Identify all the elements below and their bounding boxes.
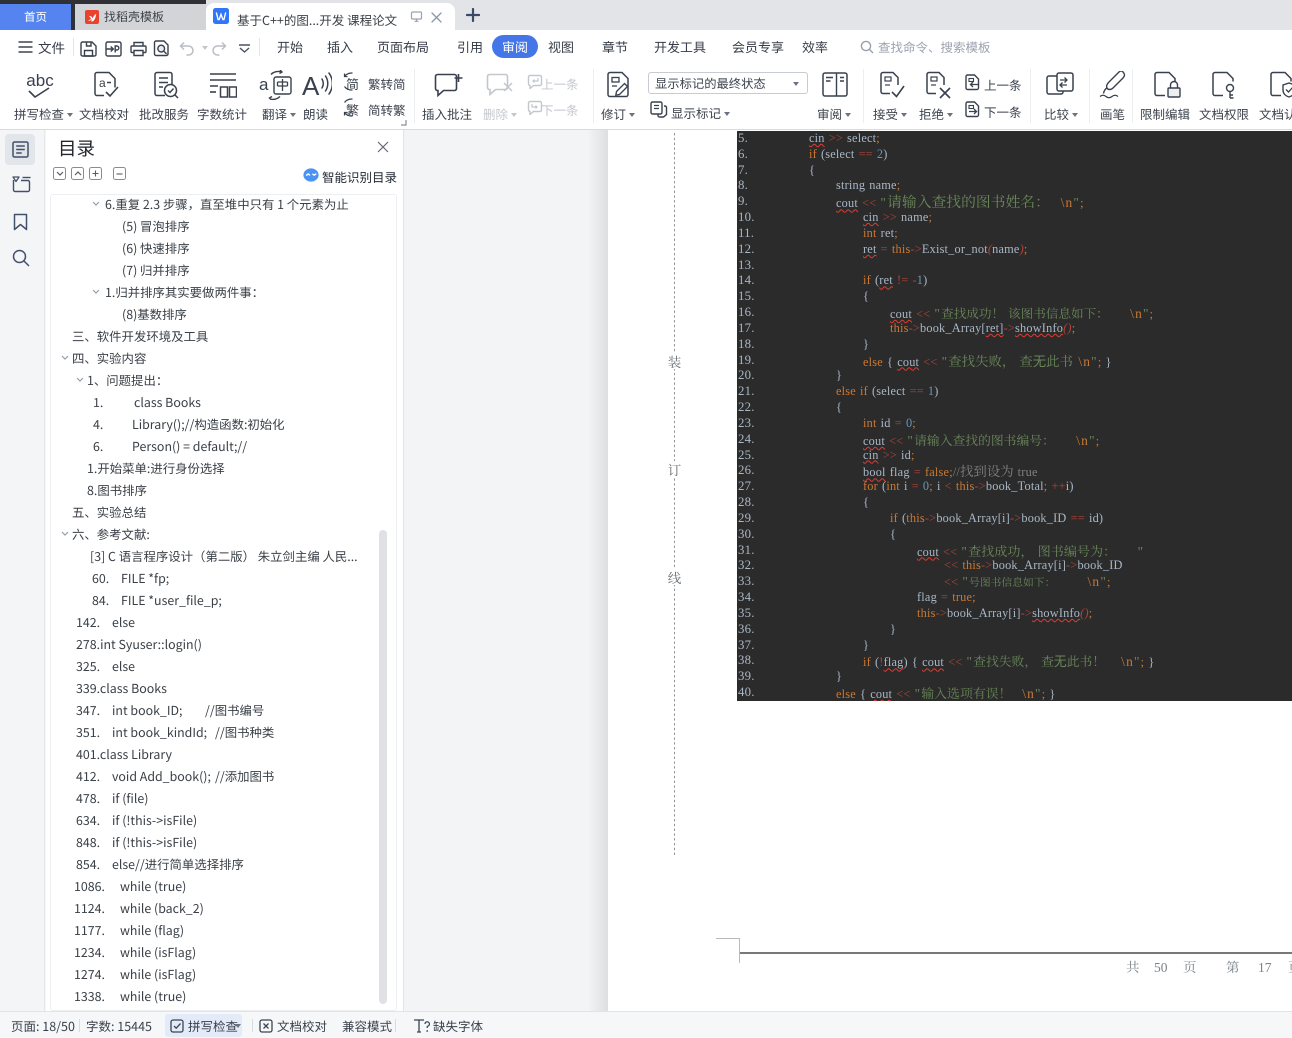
svg-text:A: A <box>302 71 320 99</box>
svg-text:a: a <box>259 75 269 94</box>
svg-text:a: a <box>99 76 106 90</box>
